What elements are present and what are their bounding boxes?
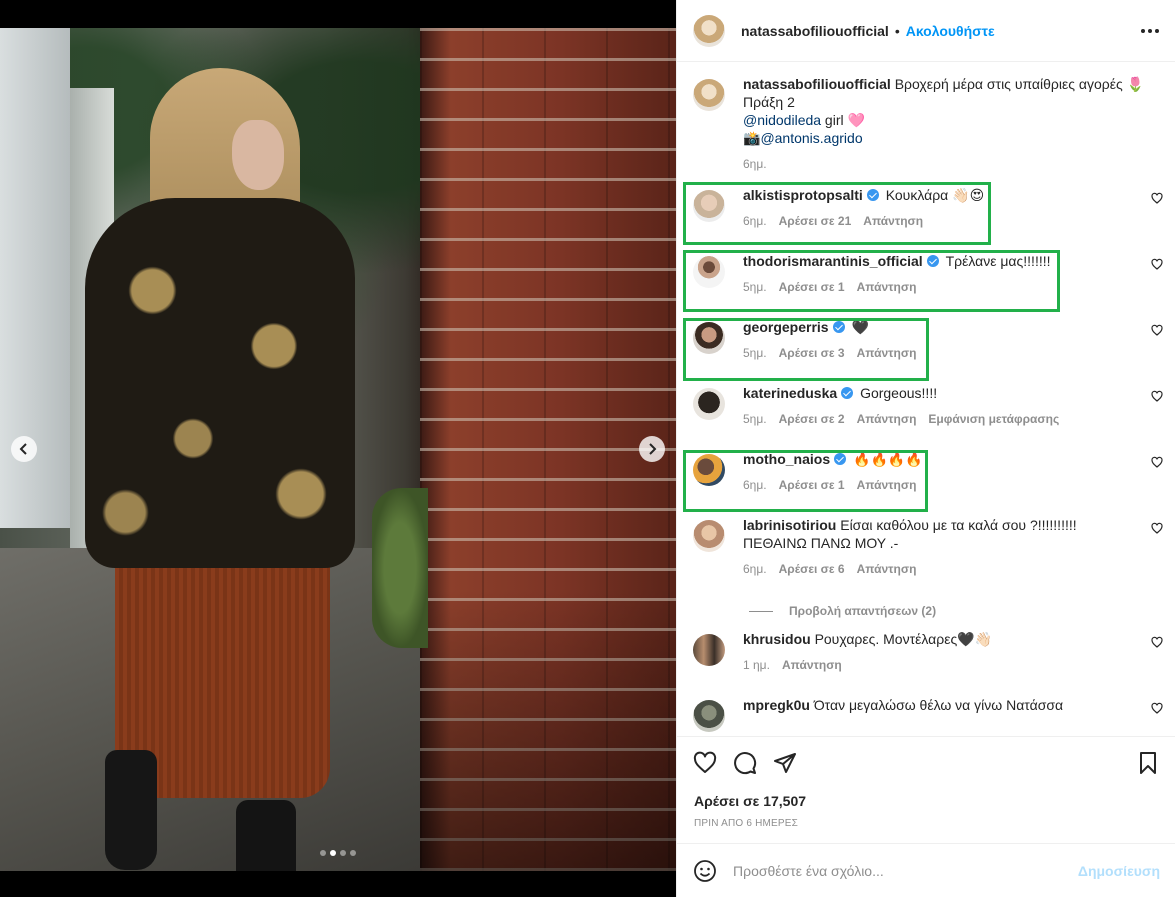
wall-shadow: [420, 588, 676, 871]
comment-item: mpregk0u Όταν μεγαλώσω θέλω να γίνω Νατά…: [693, 696, 1163, 732]
model-coat: [85, 198, 355, 568]
avatar[interactable]: [693, 700, 725, 732]
like-comment-icon[interactable]: [1151, 702, 1163, 714]
translate-button[interactable]: Εμφάνιση μετάφρασης: [928, 410, 1059, 428]
like-comment-icon[interactable]: [1151, 522, 1163, 534]
model-face: [232, 120, 284, 190]
caption-body: natassabofiliouofficial Βροχερή μέρα στι…: [743, 75, 1163, 173]
mention-link[interactable]: @antonis.agrido: [760, 130, 862, 146]
bookmark-icon[interactable]: [1136, 751, 1160, 775]
like-comment-icon[interactable]: [1151, 636, 1163, 648]
emoji-icon[interactable]: [693, 859, 717, 883]
highlight-box: [683, 182, 991, 245]
caption: natassabofiliouofficial Βροχερή μέρα στι…: [693, 75, 1163, 173]
highlight-box: [683, 318, 929, 381]
comment-username[interactable]: labrinisotiriou: [743, 517, 836, 533]
timestamp[interactable]: 1 ημ.: [743, 656, 770, 674]
comment-meta: 5ημ. Αρέσει σε 2 Απάντηση Εμφάνιση μετάφ…: [743, 410, 1163, 428]
like-comment-icon[interactable]: [1151, 192, 1163, 204]
more-options-icon[interactable]: [1141, 28, 1159, 33]
post-media: [0, 0, 676, 897]
verified-badge-icon: [841, 387, 854, 399]
action-icons: [693, 751, 797, 775]
comment-text: Είσαι καθόλου με τα καλά σου ?!!!!!!!!!!: [840, 517, 1077, 533]
reply-button[interactable]: Απάντηση: [782, 656, 842, 674]
comment-icon[interactable]: [733, 751, 757, 775]
comment-body: mpregk0u Όταν μεγαλώσω θέλω να γίνω Νατά…: [743, 696, 1163, 732]
replies-divider: [749, 610, 773, 612]
comment-body: labrinisotiriou Είσαι καθόλου με τα καλά…: [743, 516, 1163, 578]
comment-text: Gorgeous!!!!: [860, 385, 938, 401]
comment-meta: 6ημ. Αρέσει σε 6 Απάντηση: [743, 560, 1163, 578]
reply-button[interactable]: Απάντηση: [857, 410, 917, 428]
comment-item: khrusidou Ρουχαρες. Μοντέλαρες🖤👋🏻 1 ημ. …: [693, 630, 1163, 674]
comment-text-line2: ΠΕΘΑΙΝΩ ΠΑΝΩ ΜΟΥ .-: [743, 535, 899, 551]
avatar[interactable]: [693, 634, 725, 666]
comment-meta: 1 ημ. Απάντηση: [743, 656, 1163, 674]
caption-line2: Πράξη 2: [743, 94, 795, 110]
likes-link[interactable]: Αρέσει σε 6: [779, 560, 845, 578]
post-photo[interactable]: [0, 28, 676, 871]
timestamp[interactable]: 6ημ.: [743, 560, 767, 578]
chevron-right-icon: [649, 443, 657, 455]
post-comment-button[interactable]: Δημοσίευση: [1078, 863, 1160, 879]
comment-body: khrusidou Ρουχαρες. Μοντέλαρες🖤👋🏻 1 ημ. …: [743, 630, 1163, 674]
action-bar: Αρέσει σε 17,507 ΠΡΙΝ ΑΠΟ 6 ΗΜΕΡΕΣ: [677, 736, 1175, 842]
likes-count[interactable]: Αρέσει σε 17,507: [694, 793, 806, 809]
view-replies-label: Προβολή απαντήσεων (2): [789, 604, 937, 618]
view-replies-button[interactable]: Προβολή απαντήσεων (2): [749, 604, 936, 618]
carousel-dot: [330, 850, 336, 856]
caption-text: Βροχερή μέρα στις υπαίθριες αγορές 🌷: [894, 76, 1145, 92]
post-sidebar: natassabofiliouofficial • Ακολουθήστε na…: [676, 0, 1175, 897]
avatar[interactable]: [693, 388, 725, 420]
mention-link[interactable]: @nidodileda: [743, 112, 821, 128]
header-username[interactable]: natassabofiliouofficial: [741, 23, 889, 39]
comment-composer: Δημοσίευση: [677, 843, 1175, 897]
avatar[interactable]: [693, 14, 725, 47]
comment-item: katerineduska Gorgeous!!!! 5ημ. Αρέσει σ…: [693, 384, 1163, 428]
shrub: [372, 488, 428, 648]
caption-meta: 6ημ.: [743, 155, 1163, 173]
heart-icon[interactable]: [693, 751, 717, 775]
comment-input[interactable]: [733, 862, 1078, 879]
comment-username[interactable]: khrusidou: [743, 631, 811, 647]
avatar[interactable]: [693, 520, 725, 552]
comment-username[interactable]: katerineduska: [743, 385, 837, 401]
comment-username[interactable]: mpregk0u: [743, 697, 810, 713]
model-boot-right: [236, 800, 296, 871]
send-icon[interactable]: [773, 751, 797, 775]
like-comment-icon[interactable]: [1151, 324, 1163, 336]
like-comment-icon[interactable]: [1151, 258, 1163, 270]
highlight-box: [683, 250, 1060, 312]
chevron-left-icon: [19, 443, 27, 455]
carousel-dot: [350, 850, 356, 856]
carousel-dot: [340, 850, 346, 856]
carousel-prev-button[interactable]: [11, 436, 37, 462]
caption-username[interactable]: natassabofiliouofficial: [743, 76, 891, 92]
like-comment-icon[interactable]: [1151, 390, 1163, 402]
carousel-dot: [320, 850, 326, 856]
reply-button[interactable]: Απάντηση: [857, 560, 917, 578]
caption-camera: 📸: [743, 130, 761, 146]
carousel-next-button[interactable]: [639, 436, 665, 462]
highlight-box: [683, 450, 928, 512]
timestamp[interactable]: 5ημ.: [743, 410, 767, 428]
separator-dot: •: [894, 22, 900, 39]
carousel-dots: [0, 850, 676, 856]
avatar[interactable]: [693, 79, 725, 111]
timestamp[interactable]: 6ημ.: [743, 155, 767, 173]
likes-link[interactable]: Αρέσει σε 2: [779, 410, 845, 428]
comment-item: labrinisotiriou Είσαι καθόλου με τα καλά…: [693, 516, 1163, 578]
post-header: natassabofiliouofficial • Ακολουθήστε: [677, 0, 1175, 62]
comment-text: Ρουχαρες. Μοντέλαρες🖤👋🏻: [814, 631, 993, 647]
comments-list: natassabofiliouofficial Βροχερή μέρα στι…: [677, 63, 1175, 736]
post-date[interactable]: ΠΡΙΝ ΑΠΟ 6 ΗΜΕΡΕΣ: [694, 818, 798, 829]
comment-text: Όταν μεγαλώσω θέλω να γίνω Νατάσσα: [813, 697, 1064, 713]
comment-body: katerineduska Gorgeous!!!! 5ημ. Αρέσει σ…: [743, 384, 1163, 428]
caption-mention1-suffix: girl 🩷: [821, 112, 865, 128]
like-comment-icon[interactable]: [1151, 456, 1163, 468]
follow-button[interactable]: Ακολουθήστε: [906, 23, 995, 39]
